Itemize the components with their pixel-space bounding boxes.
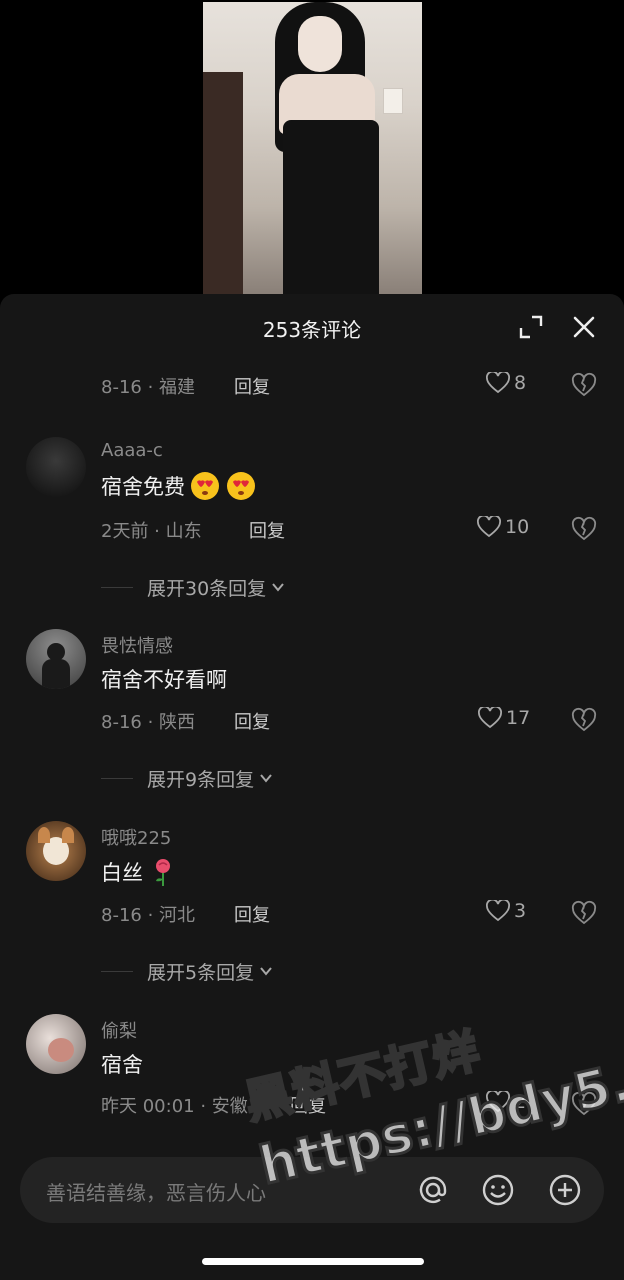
like-button[interactable]: 3 [486, 900, 526, 922]
like-count: 8 [514, 372, 527, 394]
divider [101, 970, 133, 972]
comment-text: 白丝 [101, 856, 179, 888]
comment-text: 宿舍免费 [101, 470, 257, 502]
comment-date-location: 8-16 · 河北 [101, 905, 196, 926]
comment-input-placeholder[interactable]: 善语结善缘，恶言伤人心 [46, 1177, 266, 1206]
expand-replies-label: 展开5条回复 [147, 961, 255, 984]
chevron-down-icon [272, 583, 284, 592]
divider [101, 586, 133, 588]
heart-icon [486, 1091, 510, 1113]
close-icon[interactable] [571, 314, 597, 340]
comment-text: 宿舍 [101, 1049, 143, 1079]
add-icon[interactable] [548, 1173, 582, 1207]
chevron-down-icon [260, 774, 272, 783]
avatar-face [48, 1038, 74, 1062]
comments-sheet: 253条评论 8-16 · 福建 回复 8 Aaaa-c 宿舍免费 2天前 · … [0, 294, 624, 1280]
avatar[interactable] [26, 821, 86, 881]
expand-replies-label: 展开9条回复 [147, 768, 255, 791]
comment-username[interactable]: 偷梨 [101, 1017, 137, 1043]
comment-username[interactable]: 哦哦225 [101, 824, 171, 850]
expand-replies[interactable]: 展开9条回复 [101, 763, 274, 793]
video-door [203, 72, 243, 294]
expand-icon[interactable] [518, 314, 544, 340]
heart-icon [486, 900, 510, 922]
expand-replies-label: 展开30条回复 [147, 577, 267, 600]
comment-meta-row: 昨天 00:01 · 安徽 回复 2 [101, 1089, 624, 1119]
avatar-dog-ear [38, 827, 50, 843]
broken-heart-icon[interactable] [571, 516, 597, 542]
broken-heart-icon[interactable] [571, 1091, 597, 1117]
like-count: 17 [506, 707, 531, 729]
heart-icon [478, 707, 502, 729]
broken-heart-icon[interactable] [571, 707, 597, 733]
like-count: 10 [505, 516, 530, 538]
heart-icon [477, 516, 501, 538]
like-button[interactable]: 10 [477, 516, 529, 538]
like-count: 3 [514, 900, 527, 922]
at-mention-icon[interactable] [416, 1173, 450, 1207]
comment-text-body: 宿舍 [101, 1053, 143, 1077]
comment-meta-row: 8-16 · 陕西 回复 17 [101, 705, 624, 735]
like-button[interactable]: 2 [486, 1091, 526, 1113]
emoji-icon[interactable] [481, 1173, 515, 1207]
comment-meta-row: 2天前 · 山东 回复 10 [101, 514, 624, 544]
expand-replies[interactable]: 展开5条回复 [101, 956, 274, 986]
heart-eyes-kiss-emoji [191, 472, 219, 500]
comment-meta-row: 8-16 · 福建 回复 8 [101, 370, 624, 400]
comment-date-location: 昨天 00:01 · 安徽 [101, 1096, 248, 1117]
rose-emoji [156, 859, 170, 886]
video-preview[interactable] [203, 2, 422, 294]
reply-button[interactable]: 回复 [234, 373, 270, 399]
comment-meta-row: 8-16 · 河北 回复 3 [101, 898, 624, 928]
comment-text: 宿舍不好看啊 [101, 664, 227, 694]
video-person-dress [283, 120, 379, 294]
video-person-face [298, 16, 342, 72]
comment-date-location: 8-16 · 福建 [101, 377, 196, 398]
chevron-down-icon [260, 967, 272, 976]
avatar[interactable] [26, 437, 86, 497]
broken-heart-icon[interactable] [571, 372, 597, 398]
reply-button[interactable]: 回复 [249, 517, 285, 543]
home-indicator[interactable] [202, 1258, 424, 1265]
comment-text-body: 宿舍不好看啊 [101, 668, 227, 692]
comment-input-bar[interactable]: 善语结善缘，恶言伤人心 [20, 1157, 604, 1223]
comments-header: 253条评论 [0, 294, 624, 360]
like-button[interactable]: 17 [478, 707, 530, 729]
like-button[interactable]: 8 [486, 372, 526, 394]
avatar[interactable] [26, 629, 86, 689]
comment-username[interactable]: 畏怯情感 [101, 632, 173, 658]
broken-heart-icon[interactable] [571, 900, 597, 926]
comment-text-body: 白丝 [101, 861, 143, 885]
heart-icon [486, 372, 510, 394]
video-wall-switch [383, 88, 403, 114]
reply-button[interactable]: 回复 [234, 708, 270, 734]
heart-eyes-kiss-emoji [227, 472, 255, 500]
avatar[interactable] [26, 1014, 86, 1074]
comment-date-location: 8-16 · 陕西 [101, 712, 196, 733]
comment-username[interactable]: Aaaa-c [101, 440, 163, 461]
avatar-dog-ear [62, 827, 74, 843]
reply-button[interactable]: 回复 [290, 1092, 326, 1118]
reply-button[interactable]: 回复 [234, 901, 270, 927]
like-count: 2 [514, 1091, 527, 1113]
avatar-silhouette-body [42, 659, 70, 689]
expand-replies[interactable]: 展开30条回复 [101, 572, 286, 602]
divider [101, 777, 133, 779]
comment-date-location: 2天前 · 山东 [101, 521, 202, 542]
comment-text-body: 宿舍免费 [101, 475, 185, 499]
